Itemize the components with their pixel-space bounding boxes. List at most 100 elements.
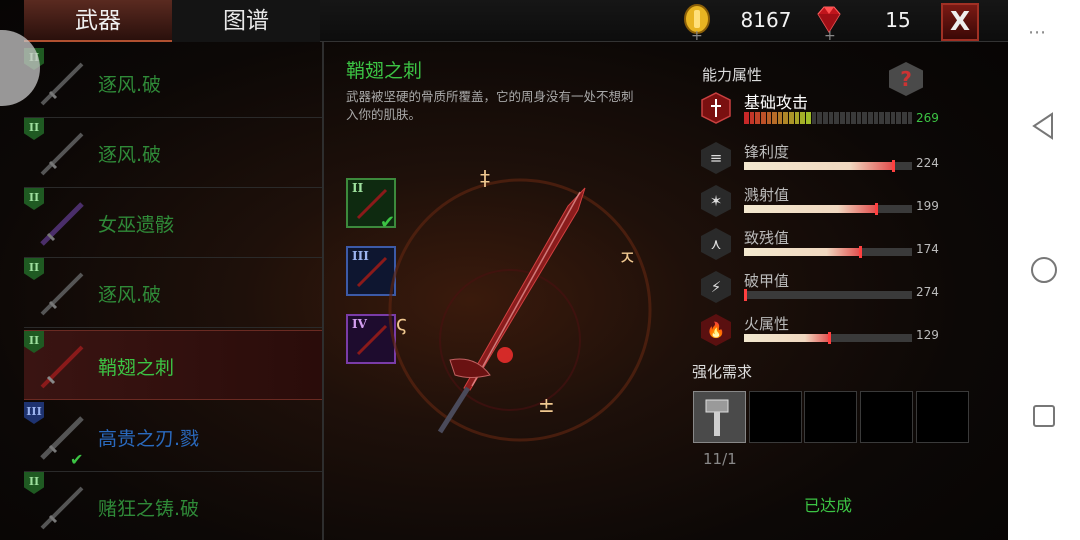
- attack-segment: [766, 112, 772, 124]
- recents-icon[interactable]: [1026, 398, 1062, 434]
- weapon-title: 鞘翅之刺: [346, 60, 423, 82]
- game-screen: 武器 图谱 + 8167 + 15 X II 逐风.破 II 逐风.破 II 女…: [0, 0, 1008, 540]
- stat-name: 破甲值: [744, 272, 790, 290]
- add-gold-icon[interactable]: +: [691, 28, 703, 44]
- weapon-name: 逐风.破: [98, 144, 162, 166]
- attack-segment: [868, 112, 873, 124]
- tier-label: II: [352, 181, 364, 195]
- attack-segment: [817, 112, 822, 124]
- stat-bar-fill: [744, 248, 862, 256]
- stat-name: 火属性: [744, 315, 790, 333]
- sword-icon: [40, 62, 84, 106]
- material-count: 11/1: [703, 450, 737, 468]
- hammer-icon: [705, 399, 729, 436]
- weapon-list-item[interactable]: II 赌狂之铸.破: [24, 472, 322, 540]
- svg-text:ς: ς: [396, 311, 408, 335]
- stat-value: 199: [916, 199, 939, 213]
- stat-value: 174: [916, 242, 939, 256]
- stat-value-attack: 269: [916, 111, 939, 125]
- svg-text:‡: ‡: [480, 166, 490, 190]
- stat-bar-fill: [744, 205, 879, 213]
- weapon-list-item-selected[interactable]: II 鞘翅之刺: [24, 330, 322, 400]
- stat-bar: [744, 332, 912, 344]
- stat-name: 致残值: [744, 229, 790, 247]
- weapon-name: 逐风.破: [98, 74, 162, 96]
- attack-segment: [839, 112, 845, 124]
- stat-bar-fill: [744, 334, 832, 342]
- weapon-list-item[interactable]: III ✔ 高贵之刃.戮: [24, 402, 322, 472]
- material-slot-empty[interactable]: [804, 391, 857, 443]
- more-icon[interactable]: ⋯: [1028, 22, 1046, 43]
- attack-segment: [760, 112, 766, 124]
- stats-title: 能力属性: [702, 66, 763, 84]
- weapon-list-item[interactable]: II 逐风.破: [24, 48, 322, 118]
- add-gem-icon[interactable]: +: [824, 28, 836, 44]
- attack-segment: [901, 112, 907, 124]
- material-slot-hammer[interactable]: [693, 391, 746, 443]
- attack-segment: [873, 112, 879, 124]
- tab-atlas[interactable]: 图谱: [172, 0, 320, 42]
- divider: [322, 42, 324, 540]
- attack-segment: [879, 112, 885, 124]
- attack-segment: [789, 112, 794, 124]
- svg-text:ㅈ: ㅈ: [618, 246, 636, 270]
- upgrade-status: 已达成: [804, 496, 853, 515]
- fire-icon: 🔥: [701, 314, 731, 346]
- stat-bar: [744, 289, 912, 301]
- stat-bar: [744, 246, 912, 258]
- material-slot-empty[interactable]: [916, 391, 969, 443]
- weapon-list-item[interactable]: II 女巫遗骸: [24, 188, 322, 258]
- help-button[interactable]: ?: [889, 62, 923, 96]
- tier-label: III: [352, 249, 369, 263]
- back-icon[interactable]: [1026, 108, 1062, 144]
- attack-segment: [772, 112, 777, 124]
- material-slot-empty[interactable]: [860, 391, 913, 443]
- gold-count: 8167: [740, 8, 792, 32]
- attack-icon: [701, 92, 731, 124]
- upgrade-title: 强化需求: [692, 363, 753, 381]
- weapon-name: 高贵之刃.戮: [98, 428, 200, 450]
- stat-bar-marker: [744, 289, 748, 301]
- sharpness-icon: ≡: [701, 142, 731, 174]
- tab-weapons[interactable]: 武器: [24, 0, 172, 42]
- cripple-icon: ⋏: [701, 228, 731, 260]
- weapon-list-item[interactable]: II 逐风.破: [24, 118, 322, 188]
- stat-name-attack: 基础攻击: [744, 93, 809, 112]
- weapon-list-item[interactable]: II 逐风.破: [24, 258, 322, 328]
- system-nav-bar: ⋯: [1008, 0, 1080, 540]
- attack-segment: [862, 112, 868, 124]
- attack-segment: [811, 112, 817, 124]
- attack-segment: [845, 112, 851, 124]
- stat-name: 溅射值: [744, 186, 790, 204]
- stat-value: 129: [916, 328, 939, 342]
- attack-segment: [896, 112, 901, 124]
- attack-segment: [856, 112, 862, 124]
- sword-icon: [40, 272, 84, 316]
- attack-segment: [777, 112, 783, 124]
- attack-segment: [806, 112, 811, 124]
- weapon-name: 逐风.破: [98, 284, 162, 306]
- gem-count: 15: [885, 8, 911, 32]
- attack-segment: [907, 112, 913, 124]
- weapon-list[interactable]: II 逐风.破 II 逐风.破 II 女巫遗骸 II 逐风.破 II 鞘翅之刺 …: [24, 48, 322, 540]
- attack-segment: [834, 112, 839, 124]
- material-slot-empty[interactable]: [749, 391, 802, 443]
- attack-segment: [885, 112, 890, 124]
- attack-segment: [749, 112, 755, 124]
- stat-bar-fill: [744, 162, 896, 170]
- home-icon[interactable]: [1026, 252, 1062, 288]
- attack-segment: [783, 112, 789, 124]
- stat-bar-marker: [858, 246, 862, 258]
- weapon-name: 鞘翅之刺: [98, 357, 175, 379]
- attack-segment: [744, 112, 749, 124]
- dagger-icon: [40, 202, 84, 246]
- weapon-description: 武器被坚硬的骨质所覆盖，它的周身没有一处不想刺入你的肌肤。: [346, 89, 634, 122]
- stat-bar-marker: [892, 160, 896, 172]
- stat-value: 274: [916, 285, 939, 299]
- attack-segment: [890, 112, 896, 124]
- close-button[interactable]: X: [941, 3, 979, 41]
- weapon-name: 女巫遗骸: [98, 214, 175, 236]
- splash-icon: ✶: [701, 185, 731, 217]
- weapon-preview-image: ‡ ㅈ ς ±: [388, 166, 652, 442]
- red-sword-icon: [40, 345, 84, 389]
